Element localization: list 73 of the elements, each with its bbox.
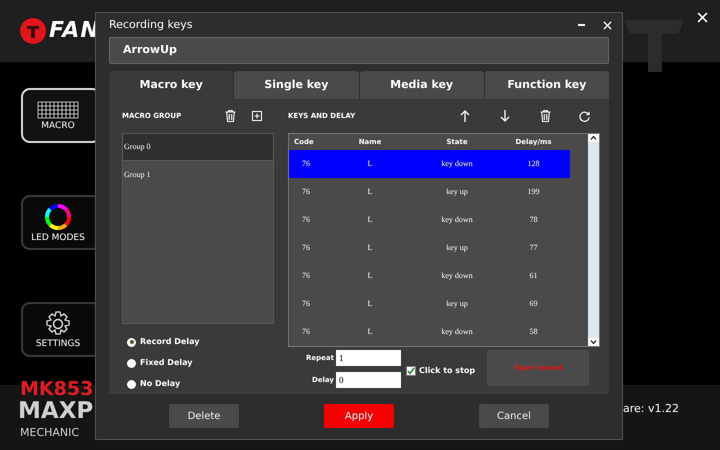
tab[interactable]: Function key <box>484 71 609 99</box>
radio-label: Record Delay <box>140 336 200 348</box>
table-cell-text: L <box>366 270 374 282</box>
delete-icon[interactable] <box>540 110 551 122</box>
add-icon[interactable] <box>252 111 262 121</box>
table-cell-text: key down <box>440 326 474 338</box>
table-cell-text: L <box>366 298 374 310</box>
table-cell-text: 61 <box>528 270 538 282</box>
table-row[interactable]: 76 L key down 128 <box>289 150 570 178</box>
table-cell-text: 128 <box>526 158 540 170</box>
table-cell-text: 76 <box>301 298 311 310</box>
table-cell-text: 76 <box>301 186 311 198</box>
firmware-version: are: v1.22 <box>623 403 679 414</box>
dialog-button[interactable]: Apply <box>324 404 394 428</box>
table-cell-text: 199 <box>526 186 540 198</box>
arrow-up-icon[interactable] <box>460 110 470 122</box>
table-cell-text: 76 <box>301 158 311 170</box>
refresh-icon[interactable] <box>579 110 590 122</box>
arrow-down-icon[interactable] <box>500 110 510 122</box>
table-cell-text: key up <box>445 242 469 254</box>
radio-button[interactable] <box>127 338 136 346</box>
checkbox[interactable] <box>406 366 416 376</box>
table-cell-text: 77 <box>528 242 538 254</box>
repeat-field[interactable]: 1 <box>336 350 401 366</box>
delay-field[interactable]: 0 <box>336 372 401 388</box>
tab[interactable]: Single key <box>234 71 358 99</box>
table-cell-text: key up <box>445 186 469 198</box>
radio-label: Fixed Delay <box>140 357 192 369</box>
table-cell-text: 76 <box>301 242 311 254</box>
nav-label: LED MODES <box>31 234 85 242</box>
scroll-down-icon[interactable] <box>588 338 599 346</box>
delete-icon[interactable] <box>225 110 236 122</box>
table-cell-text: L <box>366 158 374 170</box>
dialog-button[interactable]: Cancel <box>479 404 549 428</box>
table-cell-text: L <box>366 326 374 338</box>
table-cell-text: key up <box>445 298 469 310</box>
table-cell-text: 69 <box>528 298 538 310</box>
minimize-icon <box>578 24 584 26</box>
table-cell-text: 76 <box>301 214 311 226</box>
table-cell-text: L <box>366 242 374 254</box>
keyboard-icon <box>37 100 79 118</box>
settings-icon <box>45 310 71 336</box>
radio-button[interactable] <box>127 358 136 368</box>
dialog-button[interactable]: Delete <box>169 404 239 428</box>
radio-label: No Delay <box>140 378 180 390</box>
close-icon[interactable] <box>697 12 708 23</box>
radio-button[interactable] <box>127 380 136 388</box>
check-icon <box>407 367 415 375</box>
product-name: MAXP <box>18 400 94 423</box>
table-cell-text: 78 <box>528 214 538 226</box>
nav-label: MACRO <box>41 122 75 130</box>
logo-icon <box>20 18 46 44</box>
checkbox-label: Click to stop <box>419 365 476 377</box>
key-name-field[interactable]: ArrowUp <box>109 37 609 64</box>
scrollbar[interactable] <box>588 134 599 346</box>
group-item[interactable]: Group 0 <box>123 134 273 161</box>
table-cell-text: key down <box>440 270 474 282</box>
close-icon <box>602 20 612 30</box>
table-cell-text: 58 <box>528 326 538 338</box>
table-cell-text: 76 <box>301 326 311 338</box>
tab[interactable]: Macro key <box>109 71 234 99</box>
model-name: MK853 <box>20 380 94 399</box>
color-ring-icon <box>44 202 72 230</box>
table-cell-text: L <box>366 214 374 226</box>
dialog-title: Recording keys <box>109 16 194 33</box>
table-cell-text: key down <box>440 214 474 226</box>
product-subtitle: MECHANIC <box>20 427 80 438</box>
table-cell-text: key down <box>440 158 474 170</box>
scroll-up-icon[interactable] <box>588 134 599 142</box>
table-cell-text: 76 <box>301 270 311 282</box>
table-cell-text: L <box>366 186 374 198</box>
nav-label: SETTINGS <box>36 340 80 348</box>
tab[interactable]: Media key <box>360 71 484 99</box>
